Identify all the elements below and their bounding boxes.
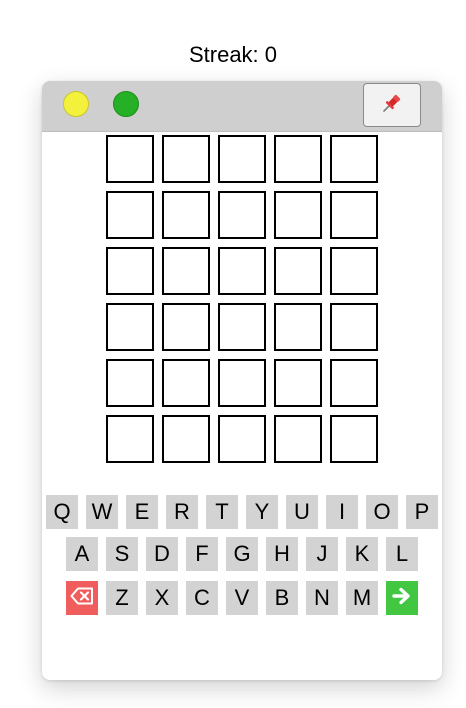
grid-cell <box>274 191 322 239</box>
key-b[interactable]: B <box>266 581 298 615</box>
grid-cell <box>218 415 266 463</box>
grid-cell <box>330 135 378 183</box>
grid-cell <box>162 135 210 183</box>
key-e[interactable]: E <box>126 495 158 529</box>
grid-cell <box>162 247 210 295</box>
grid-cell <box>330 303 378 351</box>
grid-cell <box>106 303 154 351</box>
key-l[interactable]: L <box>386 537 418 571</box>
grid-cell <box>274 303 322 351</box>
key-w[interactable]: W <box>86 495 118 529</box>
pin-button[interactable] <box>363 83 421 127</box>
title-bar <box>42 81 442 132</box>
grid-cell <box>274 247 322 295</box>
minimize-button[interactable] <box>63 91 89 117</box>
grid-cell <box>106 135 154 183</box>
key-r[interactable]: R <box>166 495 198 529</box>
backspace-key[interactable] <box>66 581 98 615</box>
grid-cell <box>162 359 210 407</box>
grid-cell <box>162 191 210 239</box>
key-g[interactable]: G <box>226 537 258 571</box>
backspace-icon <box>70 585 94 611</box>
grid-cell <box>218 191 266 239</box>
key-t[interactable]: T <box>206 495 238 529</box>
key-d[interactable]: D <box>146 537 178 571</box>
key-v[interactable]: V <box>226 581 258 615</box>
arrow-right-icon <box>392 585 412 611</box>
key-p[interactable]: P <box>406 495 438 529</box>
grid-cell <box>106 415 154 463</box>
grid-cell <box>106 359 154 407</box>
grid-cell <box>162 303 210 351</box>
grid-cell <box>330 359 378 407</box>
key-m[interactable]: M <box>346 581 378 615</box>
grid-cell <box>218 359 266 407</box>
keyboard-row-2: ASDFGHJKL <box>66 537 418 571</box>
pushpin-icon <box>379 90 405 121</box>
grid-cell <box>274 135 322 183</box>
grid-cell <box>218 135 266 183</box>
key-q[interactable]: Q <box>46 495 78 529</box>
grid-cell <box>274 359 322 407</box>
key-k[interactable]: K <box>346 537 378 571</box>
keyboard-row-1: QWERTYUIOP <box>46 495 438 529</box>
key-u[interactable]: U <box>286 495 318 529</box>
key-z[interactable]: Z <box>106 581 138 615</box>
grid-cell <box>274 415 322 463</box>
key-c[interactable]: C <box>186 581 218 615</box>
key-f[interactable]: F <box>186 537 218 571</box>
key-h[interactable]: H <box>266 537 298 571</box>
grid-cell <box>218 247 266 295</box>
keyboard-row-3: ZXCVBNM <box>66 581 418 615</box>
key-s[interactable]: S <box>106 537 138 571</box>
enter-key[interactable] <box>386 581 418 615</box>
key-j[interactable]: J <box>306 537 338 571</box>
key-o[interactable]: O <box>366 495 398 529</box>
key-a[interactable]: A <box>66 537 98 571</box>
key-y[interactable]: Y <box>246 495 278 529</box>
grid-cell <box>330 415 378 463</box>
grid-cell <box>330 247 378 295</box>
grid-cell <box>330 191 378 239</box>
grid-cell <box>106 247 154 295</box>
streak-counter: Streak: 0 <box>188 42 278 67</box>
key-x[interactable]: X <box>146 581 178 615</box>
key-i[interactable]: I <box>326 495 358 529</box>
game-window: QWERTYUIOP ASDFGHJKL ZXCVBNM <box>42 81 442 680</box>
grid-cell <box>162 415 210 463</box>
maximize-button[interactable] <box>113 91 139 117</box>
key-n[interactable]: N <box>306 581 338 615</box>
guess-grid <box>106 135 378 463</box>
grid-cell <box>218 303 266 351</box>
grid-cell <box>106 191 154 239</box>
